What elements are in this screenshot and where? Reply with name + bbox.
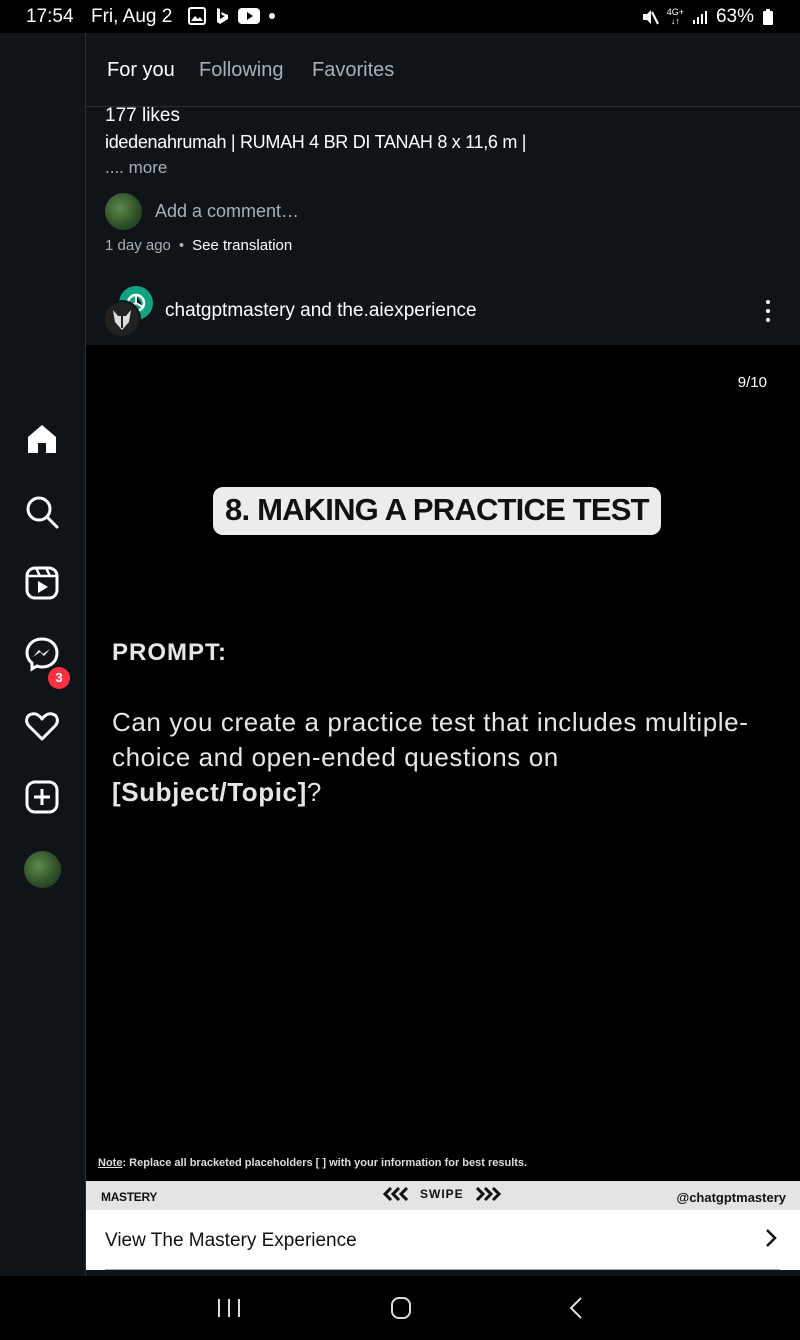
mute-icon xyxy=(642,10,659,25)
cta-label: View The Mastery Experience xyxy=(105,1230,357,1251)
left-navigation: 3 xyxy=(0,33,86,1276)
add-comment-input[interactable]: Add a comment… xyxy=(155,201,299,222)
tab-following[interactable]: Following xyxy=(199,59,283,82)
slide-note: Note: Replace all bracketed placeholders… xyxy=(98,1157,528,1169)
prompt-text: Can you create a practice test that incl… xyxy=(112,707,749,807)
post-caption: idedenahrumah | RUMAH 4 BR DI TANAH 8 x … xyxy=(105,132,527,152)
chevron-right-icon xyxy=(766,1229,777,1247)
status-bar: 17:54 Fri, Aug 2 4G+ ↓↑ 63% xyxy=(0,0,800,33)
likes-count[interactable]: 177 likes xyxy=(105,105,180,127)
prompt-placeholder: [Subject/Topic] xyxy=(112,777,307,807)
brand-label: MASTERY xyxy=(101,1190,158,1204)
chevrons-right-icon xyxy=(475,1187,501,1201)
battery-level: 63% xyxy=(715,6,754,27)
recent-apps-icon[interactable] xyxy=(214,1296,244,1320)
create-post-icon[interactable] xyxy=(24,779,60,815)
caption-more-link[interactable]: .... more xyxy=(105,158,167,178)
youtube-icon xyxy=(238,8,260,24)
system-navigation-bar xyxy=(0,1276,800,1340)
network-type: 4G+ ↓↑ xyxy=(666,7,684,26)
post-usernames[interactable]: chatgptmastery and the.aiexperience xyxy=(165,300,477,322)
messages-badge: 3 xyxy=(48,667,70,689)
slide-counter: 9/10 xyxy=(737,374,767,391)
search-icon[interactable] xyxy=(24,494,60,530)
meta-separator: • xyxy=(178,237,185,254)
back-icon[interactable] xyxy=(562,1296,592,1320)
system-indicators: 4G+ ↓↑ 63% xyxy=(641,6,774,28)
comment-avatar xyxy=(105,193,142,230)
bing-icon xyxy=(217,8,228,24)
slide-footer-strip: MASTERY SWIPE @chatgptmastery xyxy=(86,1181,800,1210)
post-meta: 1 day ago • See translation xyxy=(105,237,292,254)
signal-icon xyxy=(692,11,707,24)
see-translation-link[interactable]: See translation xyxy=(192,237,292,254)
status-date: Fri, Aug 2 xyxy=(91,6,173,27)
more-options-icon[interactable] xyxy=(766,300,776,322)
dot-icon xyxy=(269,13,275,19)
notification-icons xyxy=(188,7,276,25)
prompt-label: PROMPT: xyxy=(112,639,227,666)
tab-favorites[interactable]: Favorites xyxy=(312,59,394,82)
brand-handle: @chatgptmastery xyxy=(676,1190,786,1205)
cta-bar[interactable]: View The Mastery Experience xyxy=(86,1210,800,1270)
home-button-icon[interactable] xyxy=(386,1296,416,1320)
chevrons-left-icon xyxy=(382,1187,409,1201)
post-media[interactable]: 9/10 8. MAKING A PRACTICE TEST PROMPT: C… xyxy=(86,345,800,1181)
feed-tabs: For you Following Favorites xyxy=(86,33,800,107)
reels-icon[interactable] xyxy=(24,565,60,601)
heart-icon[interactable] xyxy=(24,708,60,744)
wolf-avatar-icon xyxy=(103,300,141,338)
battery-icon xyxy=(763,9,773,25)
profile-avatar[interactable] xyxy=(24,851,61,888)
swipe-hint: SWIPE xyxy=(382,1187,502,1201)
slide-title: 8. MAKING A PRACTICE TEST xyxy=(213,487,661,535)
collab-avatars[interactable] xyxy=(103,286,155,338)
post-time: 1 day ago xyxy=(105,237,171,254)
home-icon[interactable] xyxy=(24,421,60,457)
divider xyxy=(105,1269,780,1270)
tab-for-you[interactable]: For you xyxy=(107,59,175,82)
gallery-icon xyxy=(188,7,206,25)
status-time: 17:54 xyxy=(26,6,74,27)
